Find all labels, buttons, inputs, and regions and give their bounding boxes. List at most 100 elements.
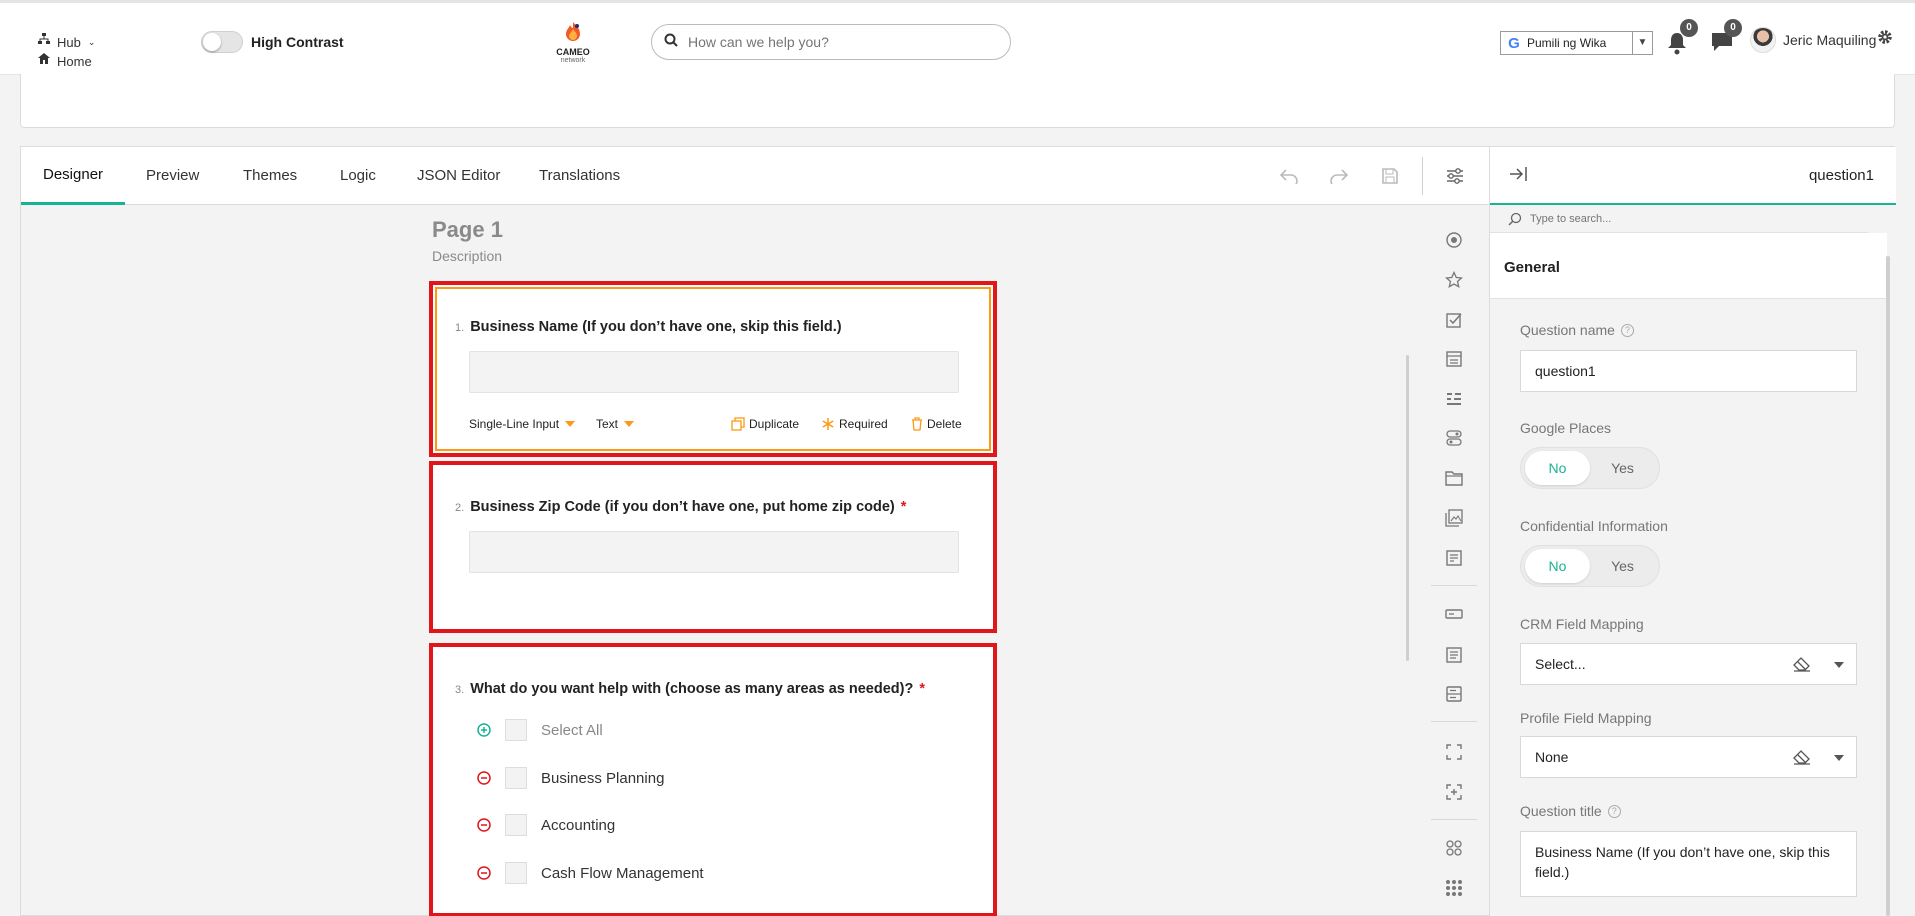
question-number: 2. xyxy=(455,502,465,514)
user-menu[interactable]: Jeric Maquiling xyxy=(1750,27,1876,53)
checkbox-icon[interactable] xyxy=(1441,307,1467,333)
designer-scrollbar[interactable] xyxy=(1406,355,1409,661)
group-header-general[interactable]: General xyxy=(1490,233,1887,299)
value-type-dropdown[interactable]: Text xyxy=(596,417,635,431)
image-picker-icon[interactable] xyxy=(1441,505,1467,531)
hub-menu[interactable]: Hub ⌄ xyxy=(38,33,95,52)
question-title[interactable]: 3. What do you want help with (choose as… xyxy=(455,681,925,697)
collapse-panel-icon[interactable] xyxy=(1508,165,1528,188)
checkbox[interactable] xyxy=(505,862,527,884)
dynamic-panel-icon[interactable] xyxy=(1441,779,1467,805)
option-yes[interactable]: Yes xyxy=(1590,451,1655,485)
add-choice-icon[interactable] xyxy=(477,723,491,737)
choice-item[interactable]: Accounting xyxy=(477,814,615,836)
choice-item[interactable]: Business Planning xyxy=(477,767,664,789)
google-places-label: Google Places xyxy=(1520,420,1612,436)
messages-button[interactable]: 0 xyxy=(1710,19,1742,57)
save-icon[interactable] xyxy=(1377,163,1403,189)
property-group-general: General Question name ? question1 Google… xyxy=(1490,233,1887,916)
tab-logic[interactable]: Logic xyxy=(318,147,398,205)
choice-label[interactable]: Accounting xyxy=(541,817,615,834)
input-type-dropdown[interactable]: Single-Line Input xyxy=(469,417,576,431)
language-label: Pumili ng Wika xyxy=(1527,36,1607,50)
remove-choice-icon[interactable] xyxy=(477,818,491,832)
more-icon[interactable] xyxy=(1441,875,1467,901)
choice-label[interactable]: Business Planning xyxy=(541,770,664,787)
help-icon[interactable]: ? xyxy=(1620,323,1634,337)
eraser-icon[interactable] xyxy=(1792,656,1812,672)
panel-icon[interactable] xyxy=(1441,739,1467,765)
eraser-icon[interactable] xyxy=(1792,749,1812,765)
redo-icon[interactable] xyxy=(1326,163,1352,189)
choice-item[interactable]: Cash Flow Management xyxy=(477,862,704,884)
selected-object-name[interactable]: question1 xyxy=(1809,167,1874,184)
crm-mapping-select[interactable]: Select... xyxy=(1520,643,1857,685)
text-input-preview[interactable] xyxy=(469,351,959,393)
tab-translations[interactable]: Translations xyxy=(517,147,642,205)
tagbox-icon[interactable] xyxy=(1441,386,1467,412)
home-link[interactable]: Home xyxy=(38,52,95,71)
tab-json-editor[interactable]: JSON Editor xyxy=(395,147,522,205)
profile-mapping-select[interactable]: None xyxy=(1520,736,1857,778)
question-title[interactable]: 1. Business Name (If you don’t have one,… xyxy=(455,319,842,335)
messages-badge: 0 xyxy=(1724,19,1742,37)
question-card-1[interactable]: 1. Business Name (If you don’t have one,… xyxy=(429,281,997,457)
delete-label: Delete xyxy=(927,417,962,431)
gear-icon[interactable] xyxy=(1877,29,1893,50)
duplicate-button[interactable]: Duplicate xyxy=(731,417,799,431)
page-description[interactable]: Description xyxy=(432,248,502,264)
option-no[interactable]: No xyxy=(1525,549,1590,583)
trash-icon xyxy=(912,417,922,431)
text-input-icon[interactable] xyxy=(1441,601,1467,627)
tab-themes[interactable]: Themes xyxy=(221,147,319,205)
caret-down-icon xyxy=(624,421,635,427)
multiple-text-icon[interactable] xyxy=(1441,681,1467,707)
radio-icon[interactable] xyxy=(1441,227,1467,253)
choice-label[interactable]: Select All xyxy=(541,722,603,739)
page-title[interactable]: Page 1 xyxy=(432,217,503,243)
search-input[interactable] xyxy=(688,34,978,50)
cameo-logo[interactable]: CAMEO network xyxy=(553,21,593,64)
high-contrast-toggle[interactable] xyxy=(201,31,243,53)
undo-icon[interactable] xyxy=(1276,163,1302,189)
ranking-icon[interactable] xyxy=(1441,545,1467,571)
help-icon[interactable]: ? xyxy=(1607,804,1621,818)
duplicate-label: Duplicate xyxy=(749,417,800,431)
checkbox[interactable] xyxy=(505,719,527,741)
comment-icon[interactable] xyxy=(1441,642,1467,668)
duplicate-icon xyxy=(731,417,745,431)
checkbox[interactable] xyxy=(505,767,527,789)
dropdown-icon[interactable] xyxy=(1441,346,1467,372)
folder-icon[interactable] xyxy=(1441,465,1467,491)
user-name: Jeric Maquiling xyxy=(1783,32,1877,48)
notifications-button[interactable]: 0 xyxy=(1666,19,1698,57)
question-title[interactable]: 2. Business Zip Code (if you don’t have … xyxy=(455,499,906,515)
text-input-preview[interactable] xyxy=(469,531,959,573)
option-yes[interactable]: Yes xyxy=(1590,549,1655,583)
tab-designer[interactable]: Designer xyxy=(21,147,126,205)
question-card-2[interactable]: 2. Business Zip Code (if you don’t have … xyxy=(429,461,997,633)
boolean-icon[interactable] xyxy=(1441,425,1467,451)
star-icon[interactable] xyxy=(1441,267,1467,293)
required-button[interactable]: Required xyxy=(821,417,888,431)
question-title-textarea[interactable]: Business Name (If you don’t have one, sk… xyxy=(1520,831,1857,897)
delete-button[interactable]: Delete xyxy=(911,417,962,431)
choice-label[interactable]: Cash Flow Management xyxy=(541,865,704,882)
settings-sliders-icon[interactable] xyxy=(1442,163,1468,189)
top-header: Hub ⌄ Home High Contrast CAMEO network G… xyxy=(0,0,1915,75)
matrix-icon[interactable] xyxy=(1441,835,1467,861)
question-card-3[interactable]: 3. What do you want help with (choose as… xyxy=(429,643,997,916)
question-name-field[interactable]: question1 xyxy=(1520,350,1857,392)
property-panel-scrollbar[interactable] xyxy=(1886,256,1890,916)
toolbox-divider xyxy=(1431,819,1477,820)
option-no[interactable]: No xyxy=(1525,451,1590,485)
remove-choice-icon[interactable] xyxy=(477,866,491,880)
language-selector[interactable]: G Pumili ng Wika ▼ xyxy=(1500,31,1653,55)
checkbox[interactable] xyxy=(505,814,527,836)
tab-preview[interactable]: Preview xyxy=(124,147,221,205)
required-marker: * xyxy=(919,681,925,697)
choice-item-select-all[interactable]: Select All xyxy=(477,719,603,741)
logo-text: CAMEO xyxy=(556,47,590,57)
property-search-input[interactable] xyxy=(1530,212,1850,225)
remove-choice-icon[interactable] xyxy=(477,771,491,785)
